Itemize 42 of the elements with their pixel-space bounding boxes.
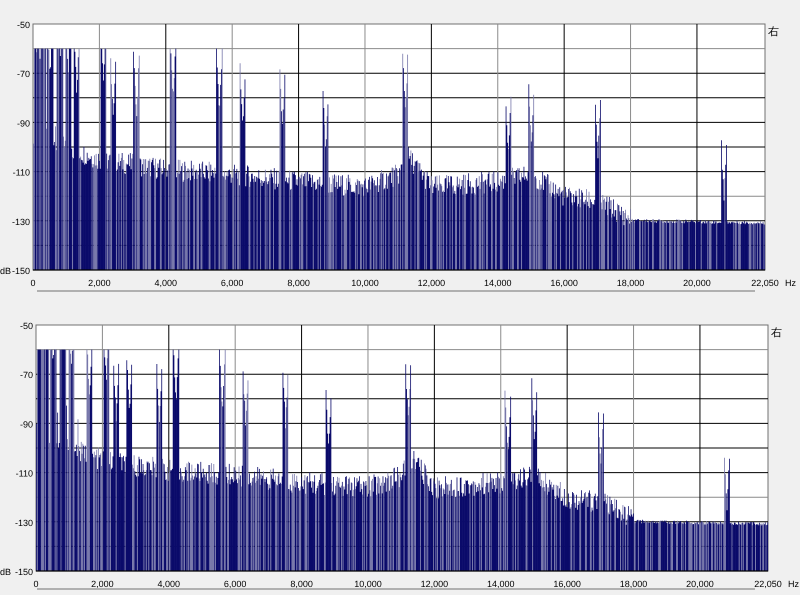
- axis-unit: dB: [0, 266, 12, 276]
- x-tick-label: 16,000: [553, 579, 581, 589]
- x-tick-label: 16,000: [550, 278, 578, 288]
- x-tick-label: 14,000: [484, 278, 512, 288]
- x-tick-label: 12,000: [420, 579, 448, 589]
- x-tick-label: 2,000: [88, 278, 111, 288]
- axis-unit: Hz: [785, 278, 796, 288]
- y-tick-label: -150: [12, 266, 30, 276]
- x-tick-label: 4,000: [158, 579, 180, 589]
- x-tick-label: 20,000: [683, 278, 711, 288]
- x-tick-label: 4,000: [154, 278, 178, 288]
- x-tick-label: 0: [34, 579, 38, 589]
- x-tick-label: 10,000: [354, 579, 382, 589]
- axis-unit: Hz: [788, 579, 799, 589]
- y-tick-label: -90: [20, 419, 33, 430]
- y-tick-label: -110: [16, 468, 33, 479]
- y-tick-label: -50: [16, 20, 30, 30]
- x-tick-label: 22,050: [751, 278, 779, 288]
- x-tick-label: 8,000: [290, 579, 313, 589]
- y-tick-label: -130: [14, 518, 33, 528]
- x-tick-label: 12,000: [418, 278, 446, 288]
- x-tick-label: 10,000: [351, 278, 379, 288]
- y-tick-label: -50: [20, 321, 33, 331]
- x-tick-label: 0: [30, 278, 36, 288]
- x-tick-label: 6,000: [220, 278, 244, 288]
- axis-unit: dB: [0, 567, 12, 577]
- y-tick-label: -150: [14, 567, 33, 577]
- y-tick-label: -90: [16, 118, 30, 128]
- y-tick-label: -110: [12, 168, 30, 178]
- x-tick-label: 20,000: [686, 579, 714, 589]
- x-tick-label: 22,050: [754, 579, 782, 589]
- channel-label: 右: [771, 326, 782, 339]
- x-tick-label: 18,000: [620, 579, 648, 589]
- x-tick-label: 6,000: [224, 579, 246, 589]
- y-tick-label: -70: [20, 370, 33, 380]
- x-tick-label: 8,000: [287, 278, 310, 288]
- y-tick-label: -130: [12, 216, 30, 227]
- x-tick-label: 14,000: [487, 579, 515, 589]
- channel-label: 右: [768, 25, 779, 38]
- y-tick-label: -70: [16, 69, 30, 80]
- x-tick-label: 18,000: [616, 278, 644, 288]
- x-tick-label: 2,000: [91, 579, 114, 589]
